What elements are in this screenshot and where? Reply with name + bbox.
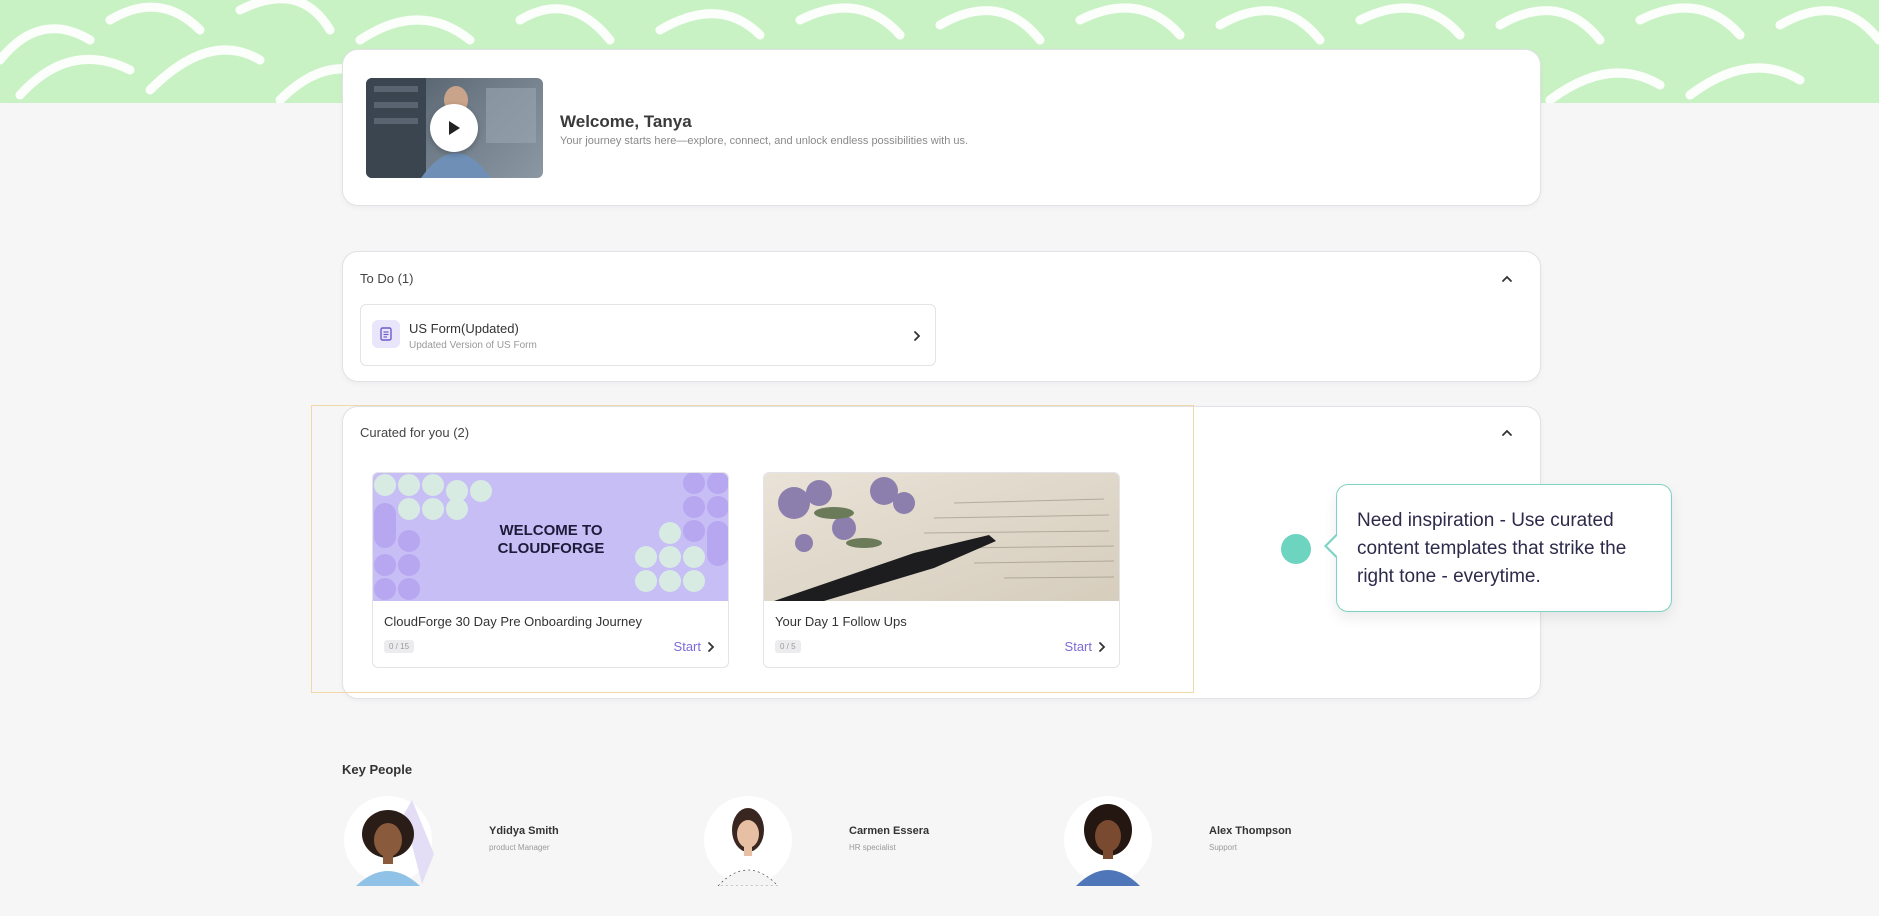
todo-section: To Do (1) US Form(Updated) Updated Versi… <box>342 251 1541 382</box>
course-banner-text-2: CLOUDFORGE <box>498 540 605 557</box>
course-banner-image: WELCOME TO CLOUDFORGE <box>373 473 728 601</box>
course-banner-text-1: WELCOME TO <box>499 522 602 539</box>
document-icon <box>372 320 400 348</box>
course-start-label: Start <box>673 639 701 654</box>
course-start-button[interactable]: Start <box>1065 639 1106 654</box>
todo-item-title: US Form(Updated) <box>409 321 519 336</box>
todo-item[interactable]: US Form(Updated) Updated Version of US F… <box>360 304 936 366</box>
todo-section-title: To Do (1) <box>360 271 414 286</box>
course-progress-badge: 0 / 15 <box>384 640 415 653</box>
avatar <box>1064 796 1152 886</box>
chevron-up-icon[interactable] <box>1500 426 1514 440</box>
person-name: Ydidya Smith <box>489 825 559 837</box>
course-name: CloudForge 30 Day Pre Onboarding Journey <box>384 614 642 629</box>
play-icon <box>449 121 460 135</box>
chevron-right-icon <box>1099 641 1106 652</box>
tooltip-anchor-dot <box>1281 534 1311 564</box>
course-card[interactable]: WELCOME TO CLOUDFORGE CloudForge 30 Day … <box>372 472 729 668</box>
welcome-subtitle: Your journey starts here—explore, connec… <box>560 135 969 147</box>
welcome-video-thumbnail[interactable] <box>366 78 543 178</box>
play-button[interactable] <box>430 104 478 152</box>
course-card[interactable]: Your Day 1 Follow Ups 0 / 5 Start <box>763 472 1120 668</box>
curated-section-title: Curated for you (2) <box>360 425 470 440</box>
person-card[interactable]: Carmen Essera HR specialist <box>702 790 1032 890</box>
course-banner-image <box>764 473 1119 601</box>
chevron-right-icon <box>914 331 921 341</box>
course-start-label: Start <box>1064 639 1092 654</box>
person-role: Support <box>1209 843 1238 852</box>
welcome-card: Welcome, Tanya Your journey starts here—… <box>342 49 1541 206</box>
person-name: Carmen Essera <box>849 825 930 837</box>
course-progress-badge: 0 / 5 <box>775 640 801 653</box>
chevron-up-icon[interactable] <box>1500 272 1514 286</box>
person-name: Alex Thompson <box>1209 825 1292 837</box>
key-people-title: Key People <box>342 762 413 777</box>
todo-item-subtitle: Updated Version of US Form <box>409 340 537 351</box>
course-name: Your Day 1 Follow Ups <box>775 614 907 629</box>
person-card[interactable]: Ydidya Smith product Manager <box>342 790 672 890</box>
person-role: product Manager <box>489 843 550 852</box>
welcome-title: Welcome, Tanya <box>560 112 692 131</box>
course-start-button[interactable]: Start <box>674 639 715 654</box>
person-role: HR specialist <box>849 843 896 852</box>
chevron-right-icon <box>708 641 715 652</box>
avatar <box>704 796 792 886</box>
person-card[interactable]: Alex Thompson Support <box>1062 790 1392 890</box>
inspiration-tooltip: Need inspiration - Use curated content t… <box>1324 484 1672 612</box>
avatar <box>344 796 434 886</box>
